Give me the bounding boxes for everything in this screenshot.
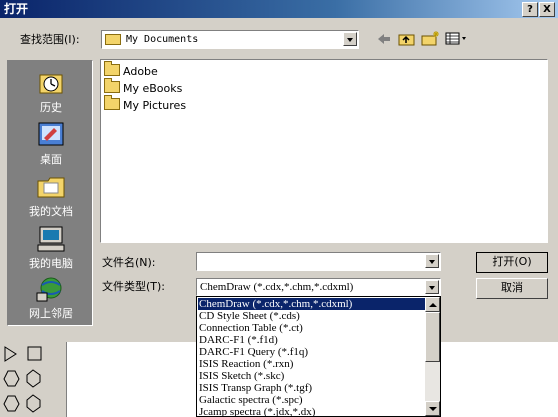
file-list[interactable]: Adobe My eBooks My Pictures [100, 59, 548, 243]
place-my-documents[interactable]: 我的文档 [8, 169, 94, 219]
scroll-up-icon[interactable] [425, 297, 440, 312]
filetype-option[interactable]: Jcamp spectra (*.jdx,*.dx) [198, 406, 426, 416]
help-button[interactable]: ? [522, 2, 538, 17]
list-item[interactable]: Adobe [104, 61, 158, 80]
chevron-down-icon[interactable] [425, 280, 439, 294]
filetype-option[interactable]: Connection Table (*.ct) [198, 322, 426, 334]
window-title: 打开 [4, 2, 29, 16]
dropdown-scrollbar[interactable] [425, 297, 440, 416]
hexagon-tool-icon [26, 394, 41, 413]
place-label: 我的文档 [29, 205, 73, 218]
place-label: 桌面 [40, 153, 62, 166]
filetype-value: ChemDraw (*.cdx,*.chm,*.cdxml) [200, 281, 354, 293]
filename-label: 文件名(N): [102, 256, 156, 269]
place-network[interactable]: 网上邻居 [8, 271, 94, 321]
filetype-option[interactable]: ChemDraw (*.cdx,*.chm,*.cdxml) [198, 298, 426, 310]
place-history[interactable]: 历史 [8, 65, 94, 115]
view-menu-icon[interactable] [445, 31, 469, 46]
place-label: 历史 [40, 101, 62, 114]
folder-icon [104, 78, 120, 93]
close-button[interactable]: X [539, 2, 555, 17]
back-icon[interactable] [376, 32, 392, 46]
filetype-option[interactable]: Galactic spectra (*.spc) [198, 394, 426, 406]
hexagon-tool-icon [26, 369, 41, 388]
filetype-option[interactable]: DARC-F1 Query (*.f1q) [198, 346, 426, 358]
my-computer-icon [37, 226, 65, 252]
lookin-label: 查找范围(I): [20, 33, 80, 46]
folder-icon [105, 34, 121, 45]
place-my-computer[interactable]: 我的电脑 [8, 221, 94, 271]
filetype-option[interactable]: ISIS Sketch (*.skc) [198, 370, 426, 382]
triangle-tool-icon [4, 346, 17, 362]
history-icon [39, 74, 63, 94]
filetype-option[interactable]: ISIS Transp Graph (*.tgf) [198, 382, 426, 394]
my-documents-icon [37, 177, 65, 198]
filetype-dropdown-list[interactable]: ChemDraw (*.cdx,*.chm,*.cdxml) CD Style … [196, 296, 441, 417]
filetype-label: 文件类型(T): [102, 280, 166, 293]
title-bar: 打开 ? X [0, 0, 558, 18]
network-icon [36, 277, 62, 302]
place-label: 我的电脑 [29, 257, 73, 270]
tool-palette [3, 346, 42, 413]
filetype-option[interactable]: DARC-F1 (*.f1d) [198, 334, 426, 346]
scroll-thumb[interactable] [425, 312, 440, 362]
scroll-down-icon[interactable] [425, 401, 440, 416]
place-label: 网上邻居 [29, 307, 73, 320]
filetype-option[interactable]: CD Style Sheet (*.cds) [198, 310, 426, 322]
hexagon-tool-icon [3, 395, 20, 412]
list-item[interactable]: My eBooks [104, 78, 182, 97]
new-folder-icon[interactable] [421, 30, 441, 47]
hexagon-tool-icon [3, 370, 20, 387]
square-tool-icon [27, 346, 42, 361]
lookin-value: My Documents [126, 34, 199, 45]
places-bar: 历史 桌面 我的文档 我的电脑 网上邻居 [7, 60, 93, 326]
cancel-button[interactable]: 取消 [476, 278, 548, 299]
place-desktop[interactable]: 桌面 [8, 117, 94, 167]
desktop-icon [38, 122, 64, 146]
chevron-down-icon[interactable] [343, 32, 357, 46]
filename-field[interactable] [196, 252, 441, 271]
up-folder-icon[interactable] [398, 30, 416, 47]
lookin-combo[interactable]: My Documents [101, 30, 359, 49]
filetype-option[interactable]: ISIS Reaction (*.rxn) [198, 358, 426, 370]
chevron-down-icon[interactable] [425, 254, 439, 268]
list-item[interactable]: My Pictures [104, 95, 186, 114]
open-button[interactable]: 打开(O) [476, 252, 548, 273]
folder-icon [104, 95, 120, 110]
folder-icon [104, 61, 120, 76]
filetype-combo[interactable]: ChemDraw (*.cdx,*.chm,*.cdxml) [196, 278, 441, 296]
